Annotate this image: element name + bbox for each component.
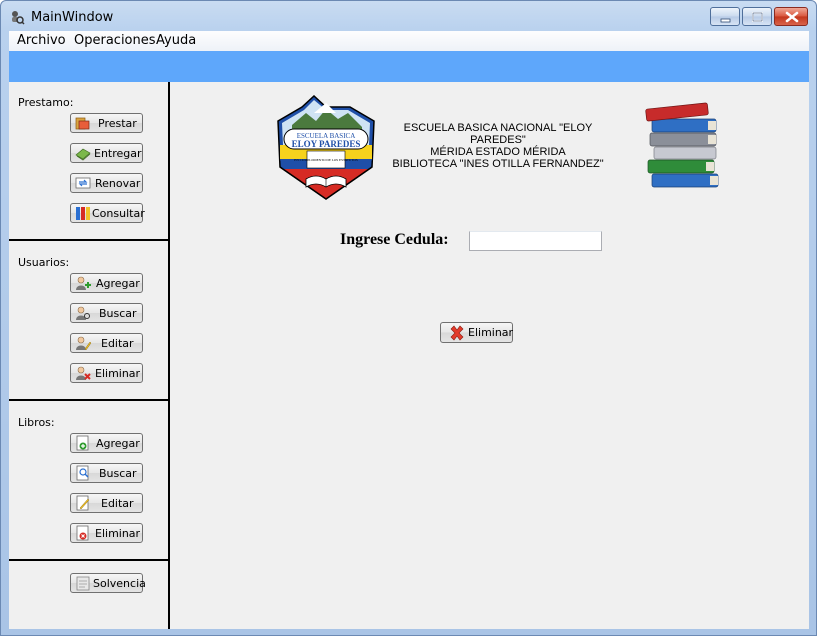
menu-bar: Archivo Operaciones Ayuda bbox=[9, 31, 809, 51]
maximize-icon bbox=[752, 12, 763, 22]
book-search-icon bbox=[76, 465, 89, 481]
school-info: ESCUELA BASICA NACIONAL "ELOY PAREDES" M… bbox=[378, 122, 618, 170]
sidebar-divider bbox=[9, 399, 168, 401]
toolbar-area bbox=[9, 51, 809, 82]
menu-archivo[interactable]: Archivo bbox=[17, 33, 66, 48]
libro-eliminar-label: Eliminar bbox=[95, 527, 141, 540]
cedula-label: Ingrese Cedula: bbox=[340, 231, 449, 248]
libro-buscar-button[interactable]: Buscar bbox=[70, 463, 143, 483]
entregar-label: Entregar bbox=[94, 147, 142, 160]
libro-agregar-label: Agregar bbox=[96, 437, 140, 450]
close-icon bbox=[785, 11, 799, 23]
menu-ayuda[interactable]: Ayuda bbox=[156, 33, 196, 48]
libro-agregar-button[interactable]: Agregar bbox=[70, 433, 143, 453]
user-add-icon bbox=[76, 276, 91, 290]
minimize-button[interactable] bbox=[710, 7, 740, 26]
entregar-icon bbox=[75, 148, 91, 161]
school-location: MÉRIDA ESTADO MÉRIDA bbox=[430, 146, 566, 158]
usuario-agregar-label: Agregar bbox=[96, 277, 140, 290]
usuario-eliminar-button[interactable]: Eliminar bbox=[70, 363, 143, 383]
user-delete-icon bbox=[76, 366, 91, 380]
solvencia-label: Solvencia bbox=[93, 577, 146, 590]
book-delete-icon bbox=[76, 525, 89, 541]
sidebar-divider bbox=[9, 559, 168, 561]
libro-editar-label: Editar bbox=[101, 497, 134, 510]
libros-label: Libros: bbox=[18, 416, 55, 429]
book-edit-icon bbox=[76, 495, 90, 511]
entregar-button[interactable]: Entregar bbox=[70, 143, 143, 163]
consultar-button[interactable]: Consultar bbox=[70, 203, 145, 223]
books-stack-image bbox=[645, 102, 719, 188]
renovar-button[interactable]: Renovar bbox=[70, 173, 143, 193]
usuario-agregar-button[interactable]: Agregar bbox=[70, 273, 143, 293]
user-edit-icon bbox=[76, 336, 91, 351]
prestar-label: Prestar bbox=[98, 117, 137, 130]
prestar-icon bbox=[75, 117, 90, 130]
usuario-buscar-button[interactable]: Buscar bbox=[70, 303, 143, 323]
logo-motto: EN CUMPLIMIENTO DE LOS ESTATUTOS bbox=[294, 158, 358, 162]
window-title: MainWindow bbox=[31, 10, 114, 25]
client-area: Prestamo: Prestar Entregar Renovar Consu… bbox=[9, 82, 809, 629]
minimize-icon bbox=[720, 18, 731, 23]
cedula-input[interactable] bbox=[469, 231, 602, 251]
library-name: BIBLIOTECA "INES OTILLA FERNANDEZ" bbox=[392, 158, 604, 170]
close-button[interactable] bbox=[774, 7, 808, 26]
eliminar-label: Eliminar bbox=[468, 326, 514, 339]
usuario-editar-label: Editar bbox=[101, 337, 134, 350]
logo-line2: ELOY PAREDES bbox=[292, 139, 361, 149]
app-icon bbox=[12, 11, 25, 25]
libro-editar-button[interactable]: Editar bbox=[70, 493, 143, 513]
school-logo: ESCUELA BASICA ELOY PAREDES EN CUMPLIMIE… bbox=[277, 95, 375, 200]
renovar-label: Renovar bbox=[95, 177, 141, 190]
title-bar[interactable]: MainWindow bbox=[1, 1, 816, 31]
prestar-button[interactable]: Prestar bbox=[70, 113, 143, 133]
libro-buscar-label: Buscar bbox=[99, 467, 137, 480]
consultar-icon bbox=[76, 207, 90, 220]
maximize-button[interactable] bbox=[742, 7, 772, 26]
libro-eliminar-button[interactable]: Eliminar bbox=[70, 523, 143, 543]
usuario-buscar-label: Buscar bbox=[99, 307, 137, 320]
menu-operaciones[interactable]: Operaciones bbox=[74, 33, 156, 48]
document-icon bbox=[76, 576, 90, 591]
sidebar-divider bbox=[9, 239, 168, 241]
delete-x-icon bbox=[450, 325, 464, 341]
usuario-eliminar-label: Eliminar bbox=[95, 367, 141, 380]
eliminar-button[interactable]: Eliminar bbox=[440, 322, 513, 343]
consultar-label: Consultar bbox=[92, 207, 145, 220]
sidebar: Prestamo: Prestar Entregar Renovar Consu… bbox=[9, 82, 170, 629]
main-window: MainWindow Archivo Operaciones Ayuda Pre… bbox=[0, 0, 817, 636]
user-search-icon bbox=[76, 306, 90, 320]
solvencia-button[interactable]: Solvencia bbox=[70, 573, 146, 593]
book-add-icon bbox=[76, 435, 89, 451]
prestamo-label: Prestamo: bbox=[18, 96, 74, 109]
usuarios-label: Usuarios: bbox=[18, 256, 70, 269]
renovar-icon bbox=[75, 177, 91, 189]
usuario-editar-button[interactable]: Editar bbox=[70, 333, 143, 353]
school-name: ESCUELA BASICA NACIONAL "ELOY PAREDES" bbox=[403, 122, 593, 146]
main-panel: ESCUELA BASICA ELOY PAREDES EN CUMPLIMIE… bbox=[170, 82, 809, 629]
